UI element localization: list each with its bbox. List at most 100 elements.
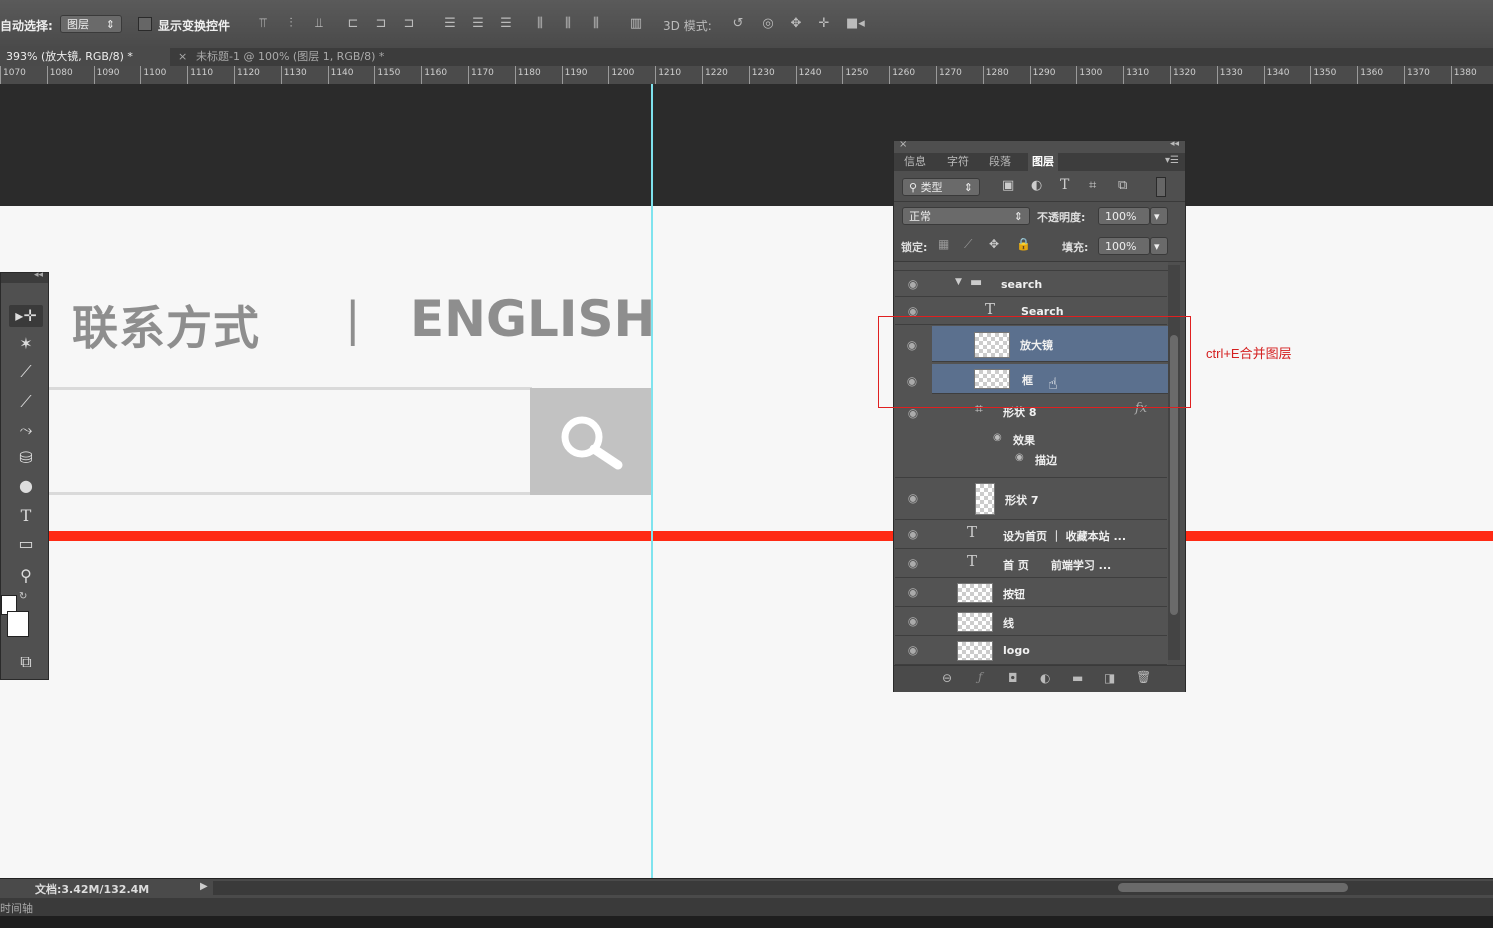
trash-icon[interactable]: 🗑: [1136, 670, 1151, 684]
dodge-icon[interactable]: ●: [9, 475, 43, 497]
fx-icon[interactable]: ƒ: [978, 670, 982, 684]
move-tool-icon[interactable]: ▸✛: [9, 305, 43, 327]
tab-character[interactable]: 字符: [943, 153, 973, 171]
pasteboard: [0, 84, 1493, 206]
opacity-input[interactable]: 100%: [1098, 207, 1150, 225]
filter-adjustment-icon[interactable]: ◐: [1031, 178, 1042, 193]
opacity-dropdown[interactable]: ▾: [1150, 207, 1168, 225]
layer-row-shape7[interactable]: ◉ 形状 7: [895, 478, 1167, 520]
tab-paragraph[interactable]: 段落: [985, 153, 1015, 171]
chevron-down-icon[interactable]: ▼: [955, 277, 962, 287]
filter-shape-icon[interactable]: ⌗: [1089, 178, 1096, 193]
new-layer-icon[interactable]: ◨: [1104, 671, 1115, 685]
close-tab-icon[interactable]: ×: [178, 48, 187, 66]
ruler-tick: 1120: [234, 66, 280, 84]
distribute-vcenter-icon[interactable]: ☰: [470, 16, 486, 32]
3d-rotate-icon[interactable]: ↺: [730, 16, 746, 32]
distribute-hcenter-icon[interactable]: ⫼: [560, 16, 576, 32]
layer-row-button[interactable]: ◉ 按钮: [895, 578, 1167, 607]
tab-layers[interactable]: 图层: [1028, 153, 1058, 171]
eye-icon[interactable]: ◉: [1015, 452, 1024, 463]
fill-input[interactable]: 100%: [1098, 237, 1150, 255]
fill-dropdown[interactable]: ▾: [1150, 237, 1168, 255]
ruler-tick: 1290: [1029, 66, 1076, 84]
distribute-left-icon[interactable]: ⫼: [532, 16, 548, 32]
align-vcenter-icon[interactable]: ⫶: [283, 16, 299, 32]
link-layers-icon[interactable]: ⊖: [942, 671, 952, 685]
magic-wand-icon[interactable]: ✶: [9, 333, 43, 355]
add-mask-icon[interactable]: ◘: [1008, 671, 1018, 685]
lock-position-icon[interactable]: ✥: [989, 237, 999, 251]
timeline-label[interactable]: 时间轴: [0, 900, 33, 916]
background-color-swatch[interactable]: [7, 611, 29, 637]
ruler-tick: 1270: [936, 66, 982, 84]
align-left-icon[interactable]: ⊏: [345, 16, 361, 32]
history-brush-icon[interactable]: ⤳: [9, 419, 43, 441]
lock-transparent-icon[interactable]: ▦: [938, 237, 949, 251]
eye-icon[interactable]: ◉: [905, 643, 921, 657]
ruler-tick: 1140: [327, 66, 374, 84]
show-transform-checkbox[interactable]: [138, 17, 152, 31]
vertical-guide[interactable]: [651, 84, 653, 878]
play-icon[interactable]: ▶: [200, 881, 208, 892]
tools-panel-header[interactable]: ◂◂: [1, 270, 48, 283]
layer-row-nav-text[interactable]: ◉ T 首 页 前端学习 ...: [895, 549, 1167, 578]
eye-icon[interactable]: ◉: [993, 432, 1002, 443]
tab-info[interactable]: 信息: [900, 153, 930, 171]
blend-mode-dropdown[interactable]: 正常 ⇕: [902, 207, 1030, 225]
brush-icon[interactable]: ⟋: [9, 391, 43, 413]
align-bottom-icon[interactable]: ⫫: [311, 16, 327, 32]
distribute-top-icon[interactable]: ☰: [442, 16, 458, 32]
layer-row-homepage-text[interactable]: ◉ T 设为首页 ｜ 收藏本站 ...: [895, 520, 1167, 549]
auto-select-dropdown[interactable]: 图层 ⇕: [60, 15, 122, 33]
eye-icon[interactable]: ◉: [905, 585, 921, 599]
lock-all-icon[interactable]: 🔒: [1016, 237, 1031, 251]
eye-icon[interactable]: ◉: [905, 491, 921, 505]
filter-pixel-icon[interactable]: ▣: [1002, 178, 1014, 193]
collapse-icon[interactable]: ◂◂: [34, 270, 43, 280]
eye-icon[interactable]: ◉: [905, 406, 921, 420]
3d-scale-icon[interactable]: ■◂: [846, 16, 865, 32]
rectangle-tool-icon[interactable]: ▭: [9, 533, 43, 555]
align-right-icon[interactable]: ⊐: [401, 16, 417, 32]
collapse-icon[interactable]: ◂◂: [1170, 139, 1179, 149]
ruler-tick: 1250: [842, 66, 888, 84]
paint-bucket-icon[interactable]: ⛁: [9, 447, 43, 469]
auto-align-icon[interactable]: ▥: [628, 16, 644, 32]
ruler-tick: 1080: [46, 66, 93, 84]
swap-colors-icon[interactable]: ↻: [19, 591, 27, 602]
document-tab-active[interactable]: 393% (放大镜, RGB/8) *: [0, 48, 170, 66]
horizontal-scrollbar-thumb[interactable]: [1118, 883, 1348, 892]
eye-icon[interactable]: ◉: [905, 614, 921, 628]
layer-row-search-group[interactable]: ◉ ▼ ▬ search: [895, 271, 1167, 297]
zoom-tool-icon[interactable]: ⚲: [9, 565, 43, 587]
3d-pan-icon[interactable]: ✥: [788, 16, 804, 32]
layer-row-shape8[interactable]: ◉ ⌗ 形状 8 fx ◉ 效果 ◉ 描边: [895, 398, 1167, 478]
distribute-bottom-icon[interactable]: ☰: [498, 16, 514, 32]
filter-type-icon[interactable]: T: [1060, 177, 1069, 193]
distribute-right-icon[interactable]: ⫼: [588, 16, 604, 32]
3d-roll-icon[interactable]: ◎: [760, 16, 776, 32]
document-tab-untitled[interactable]: 未标题-1 @ 100% (图层 1, RGB/8) *: [190, 48, 450, 66]
lock-pixels-icon[interactable]: ⟋: [964, 237, 972, 252]
text-layer-icon: T: [967, 552, 978, 570]
align-hcenter-icon[interactable]: ⊐: [373, 16, 389, 32]
close-icon[interactable]: ×: [899, 139, 907, 150]
layer-row-logo[interactable]: ◉ logo: [895, 636, 1167, 665]
eye-icon[interactable]: ◉: [905, 527, 921, 541]
layer-row-line[interactable]: ◉ 线: [895, 607, 1167, 636]
type-tool-icon[interactable]: T: [9, 505, 43, 527]
screen-mode-icon[interactable]: ⧉: [9, 651, 43, 673]
eye-icon[interactable]: ◉: [905, 556, 921, 570]
filter-toggle[interactable]: [1156, 177, 1166, 197]
adjustment-layer-icon[interactable]: ◐: [1040, 671, 1050, 685]
filter-smart-object-icon[interactable]: ⧉: [1118, 178, 1127, 193]
filter-kind-dropdown[interactable]: ⚲ 类型 ⇕: [902, 178, 980, 196]
panel-menu-icon[interactable]: ▾☰: [1165, 155, 1179, 166]
eye-icon[interactable]: ◉: [905, 277, 921, 291]
3d-slide-icon[interactable]: ✛: [816, 16, 832, 32]
eyedropper-icon[interactable]: ⟋: [9, 361, 43, 383]
align-top-icon[interactable]: ⫪: [255, 16, 271, 32]
folder-icon[interactable]: ▬: [1072, 671, 1083, 685]
show-transform-label: 显示变换控件: [158, 19, 231, 33]
